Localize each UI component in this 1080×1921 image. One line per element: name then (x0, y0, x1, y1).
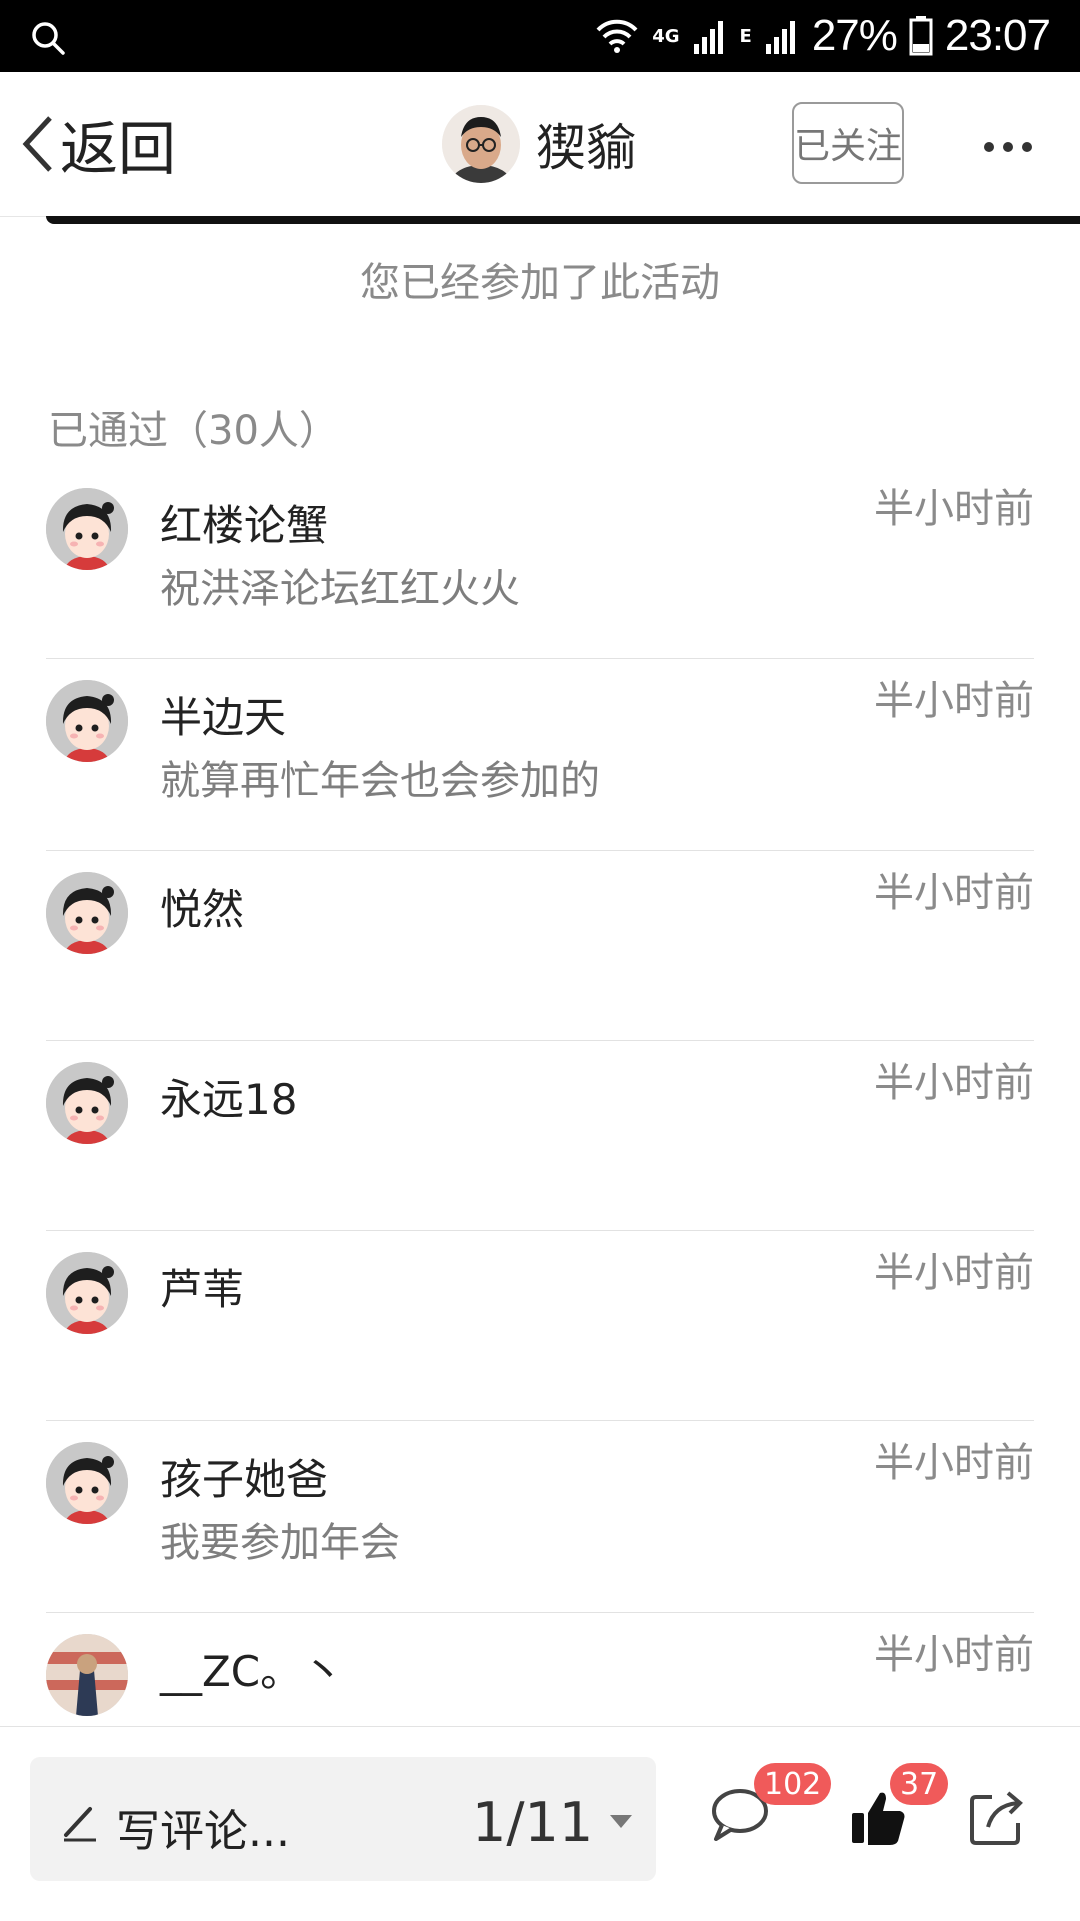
member-time: 半小时前 (874, 870, 1034, 916)
member-time: 半小时前 (874, 486, 1034, 532)
author-avatar[interactable] (442, 105, 520, 183)
member-message: 就算再忙年会也会参加的 (160, 758, 600, 804)
member-avatar[interactable] (46, 1252, 128, 1334)
clock: 23:07 (944, 11, 1051, 60)
network-type-e: E (739, 25, 752, 47)
joined-notice: 您已经参加了此活动 (360, 260, 720, 306)
signal-icon (693, 21, 723, 54)
approved-section-title: 已通过（30人） (48, 408, 339, 454)
divider (46, 1040, 1034, 1041)
member-avatar[interactable] (46, 1062, 128, 1144)
divider (46, 658, 1034, 659)
wifi-icon (596, 19, 638, 53)
network-type: 4G (652, 25, 680, 47)
activity-card-edge (46, 216, 1080, 224)
member-avatar[interactable] (46, 488, 128, 570)
divider (46, 1420, 1034, 1421)
caret-down-icon[interactable] (610, 1815, 632, 1828)
member-time: 半小时前 (874, 1632, 1034, 1678)
member-name: 永远18 (160, 1075, 298, 1124)
member-name: 芦苇 (160, 1265, 245, 1314)
divider (46, 1612, 1034, 1613)
member-time: 半小时前 (874, 1250, 1034, 1296)
chevron-left-icon (22, 116, 52, 172)
status-bar: 4G E 27% 23:07 (0, 0, 1080, 72)
member-message: 祝洪泽论坛红红火火 (160, 566, 520, 612)
member-name: 红楼论蟹 (160, 501, 329, 550)
divider (46, 1230, 1034, 1231)
dot-icon (1022, 142, 1032, 152)
member-avatar[interactable] (46, 680, 128, 762)
share-icon (970, 1791, 1023, 1845)
member-avatar[interactable] (46, 1442, 128, 1524)
battery-icon (909, 16, 933, 56)
dot-icon (984, 142, 994, 152)
pen-icon (64, 1807, 96, 1842)
member-time: 半小时前 (874, 678, 1034, 724)
member-name: __ZC。丶 (160, 1647, 345, 1696)
comment-input[interactable]: 写评论... 1/11 (30, 1757, 656, 1881)
follow-button[interactable]: 已关注 (792, 102, 904, 184)
member-message: 我要参加年会 (160, 1520, 400, 1566)
signal-icon-2 (765, 21, 795, 54)
author-name: 猰貐 (536, 119, 636, 177)
header: 返回 猰貐 已关注 (0, 72, 1080, 217)
member-avatar[interactable] (46, 1634, 128, 1716)
member-time: 半小时前 (874, 1060, 1034, 1106)
bottom-bar: 写评论... 1/11 102 37 (0, 1726, 1080, 1921)
page-indicator[interactable]: 1/11 (472, 1791, 593, 1854)
like-count-badge: 37 (890, 1763, 949, 1805)
member-name: 悦然 (160, 885, 245, 934)
more-options-button[interactable] (978, 126, 1038, 166)
member-name: 孩子她爸 (160, 1455, 329, 1504)
back-button[interactable]: 返回 (20, 108, 176, 183)
back-label: 返回 (60, 115, 177, 183)
share-button[interactable] (968, 1787, 1038, 1857)
comments-button[interactable]: 102 (710, 1763, 832, 1857)
battery-percent: 27% (811, 11, 898, 60)
author-info[interactable]: 猰貐 (442, 102, 636, 186)
dot-icon (1003, 142, 1013, 152)
comment-placeholder: 写评论... (116, 1806, 290, 1857)
divider (46, 850, 1034, 851)
comment-count-badge: 102 (754, 1763, 832, 1805)
member-name: 半边天 (160, 693, 287, 742)
member-avatar[interactable] (46, 872, 128, 954)
member-time: 半小时前 (874, 1440, 1034, 1486)
search-icon[interactable] (30, 20, 66, 56)
like-button[interactable]: 37 (848, 1763, 949, 1857)
